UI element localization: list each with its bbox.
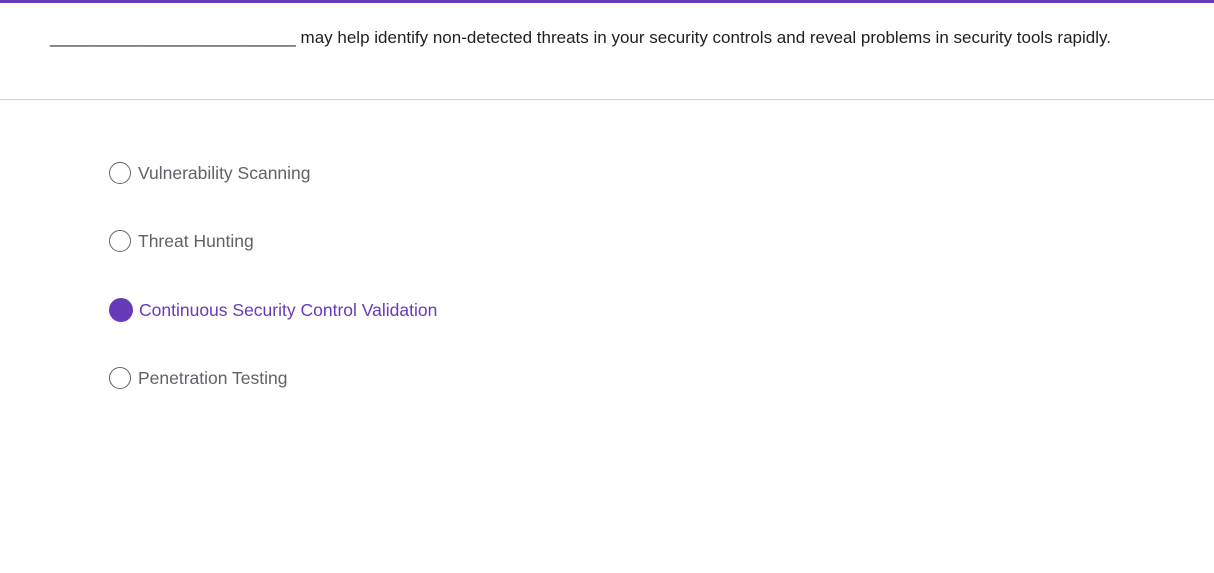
option-label: Vulnerability Scanning [138, 162, 311, 183]
option-vulnerability-scanning[interactable]: Vulnerability Scanning [109, 162, 311, 184]
option-continuous-security-control-validation[interactable]: Continuous Security Control Validation [109, 298, 437, 322]
radio-checked-icon[interactable] [109, 298, 133, 322]
question-blank: __________________________ [50, 28, 296, 47]
question-text: __________________________ may help iden… [50, 23, 1150, 52]
accent-top-bar [0, 0, 1214, 3]
option-label: Continuous Security Control Validation [139, 299, 438, 320]
divider [0, 99, 1214, 100]
option-label: Penetration Testing [138, 367, 288, 388]
option-penetration-testing[interactable]: Penetration Testing [109, 367, 288, 389]
radio-unchecked-icon[interactable] [109, 230, 131, 252]
option-threat-hunting[interactable]: Threat Hunting [109, 230, 254, 252]
question-body: may help identify non-detected threats i… [295, 28, 1111, 47]
radio-unchecked-icon[interactable] [109, 162, 131, 184]
option-label: Threat Hunting [138, 230, 254, 251]
radio-unchecked-icon[interactable] [109, 367, 131, 389]
